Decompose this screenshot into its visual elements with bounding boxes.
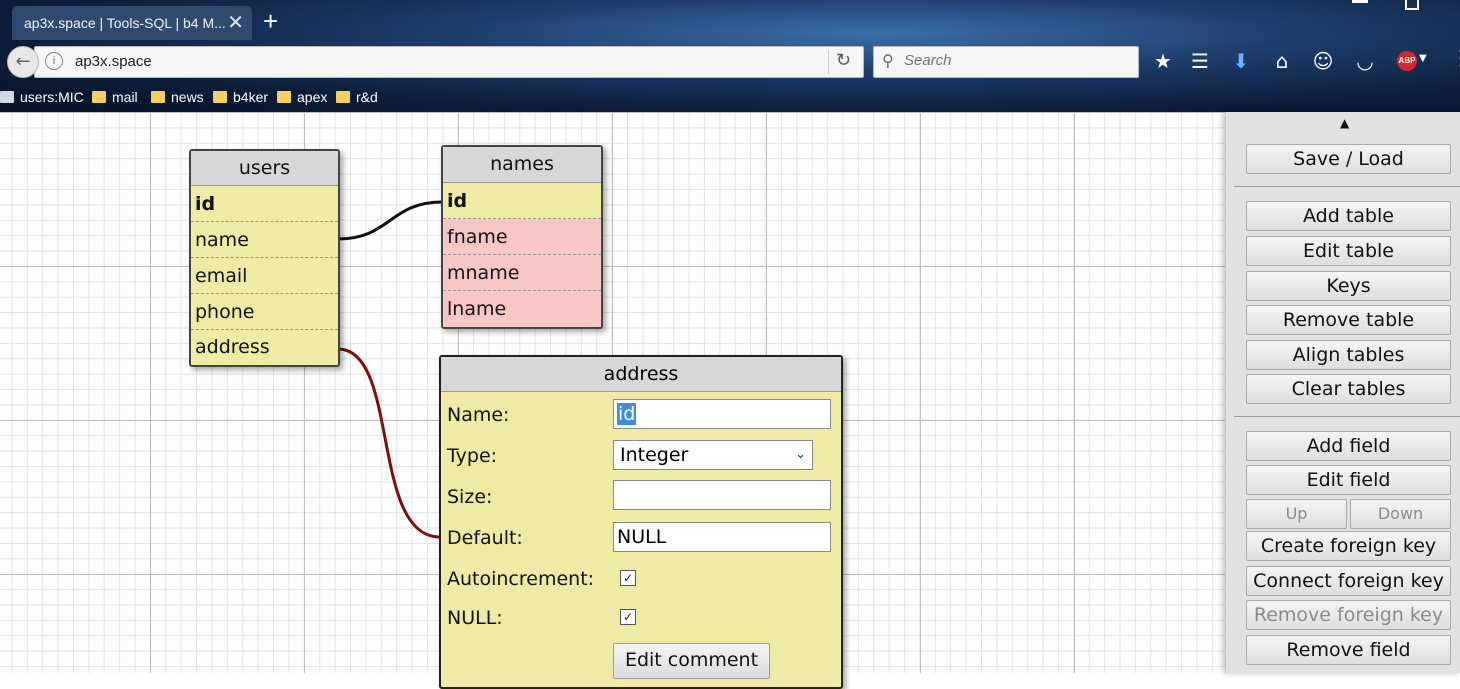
default-label: Default: xyxy=(447,527,523,549)
bookmark-news[interactable]: news xyxy=(151,89,204,105)
info-icon[interactable]: i xyxy=(45,52,63,70)
name-label: Name: xyxy=(447,404,510,426)
name-value: id xyxy=(617,403,637,425)
editor-header[interactable]: address xyxy=(441,357,841,392)
edit-comment-button[interactable]: Edit comment xyxy=(613,643,770,679)
clear-tables-button[interactable]: Clear tables xyxy=(1246,374,1451,404)
reading-list-icon[interactable]: ☰ xyxy=(1187,48,1213,74)
save-load-button[interactable]: Save / Load xyxy=(1246,144,1451,174)
menu-icon[interactable]: ⋮ xyxy=(1450,46,1460,71)
smiley-icon[interactable]: ☺ xyxy=(1310,48,1336,74)
field-row[interactable]: lname xyxy=(443,291,601,327)
chevron-down-icon[interactable]: ▼ xyxy=(1419,53,1427,64)
bookmark-users-mic[interactable]: users:MIC xyxy=(0,89,84,105)
new-tab-icon[interactable]: + xyxy=(263,6,278,37)
tab-close-icon[interactable]: ✕ xyxy=(227,10,244,35)
download-icon[interactable]: ⬇ xyxy=(1228,48,1254,74)
reload-icon[interactable]: ↻ xyxy=(836,50,851,71)
bookmark-r-and-d[interactable]: r&d xyxy=(336,89,378,105)
field-row[interactable]: email xyxy=(191,258,338,294)
up-button[interactable]: Up xyxy=(1246,499,1347,529)
field-row[interactable]: address xyxy=(191,330,338,365)
type-value: Integer xyxy=(620,444,689,466)
browser-tab[interactable]: ap3x.space | Tools-SQL | b4 M... ✕ xyxy=(12,6,252,40)
type-select[interactable]: Integer ⌄ xyxy=(613,440,813,470)
search-icon: ⚲ xyxy=(882,53,894,70)
create-foreign-key-button[interactable]: Create foreign key xyxy=(1246,531,1451,561)
folder-icon xyxy=(151,91,165,103)
bookmark-label: users:MIC xyxy=(20,89,84,105)
field-row[interactable]: id xyxy=(443,183,601,219)
folder-icon xyxy=(336,91,350,103)
null-checkbox[interactable]: ✓ xyxy=(620,609,636,625)
name-field[interactable]: id xyxy=(613,399,831,429)
size-label: Size: xyxy=(447,486,493,508)
table-header[interactable]: names xyxy=(443,147,601,183)
bookmark-label: apex xyxy=(297,89,328,105)
folder-icon xyxy=(92,91,106,103)
field-row[interactable]: id xyxy=(191,186,338,222)
minimize-icon[interactable] xyxy=(1352,0,1368,3)
back-button[interactable]: ← xyxy=(7,46,39,78)
edit-table-button[interactable]: Edit table xyxy=(1246,236,1451,266)
panel-divider xyxy=(1234,416,1460,417)
folder-icon xyxy=(277,91,291,103)
adblock-icon[interactable]: ABP xyxy=(1397,51,1417,71)
autoincrement-checkbox[interactable]: ✓ xyxy=(620,570,636,586)
add-field-button[interactable]: Add field xyxy=(1246,431,1451,461)
remove-field-button[interactable]: Remove field xyxy=(1246,635,1451,665)
url-text: ap3x.space xyxy=(75,53,152,70)
tab-title: ap3x.space | Tools-SQL | b4 M... xyxy=(24,15,226,31)
control-panel: ▲ Save / Load Add table Edit table Keys … xyxy=(1225,112,1460,673)
maximize-icon[interactable] xyxy=(1405,0,1419,10)
bookmark-label: b4ker xyxy=(233,89,269,105)
remove-foreign-key-button[interactable]: Remove foreign key xyxy=(1246,600,1451,630)
default-field[interactable]: NULL xyxy=(613,522,831,552)
bookmark-label: mail xyxy=(112,89,138,105)
null-label: NULL: xyxy=(447,607,503,629)
type-label: Type: xyxy=(447,445,498,467)
bookmark-icon xyxy=(0,91,14,103)
keys-button[interactable]: Keys xyxy=(1246,271,1451,301)
relation-users-name-names-id xyxy=(337,200,443,241)
autoincrement-label: Autoincrement: xyxy=(447,568,595,590)
search-input[interactable] xyxy=(902,51,1126,70)
bookmark-apex[interactable]: apex xyxy=(277,89,327,105)
table-users[interactable]: users id name email phone address xyxy=(189,149,340,367)
adblock-label: ABP xyxy=(1398,56,1416,65)
panel-divider xyxy=(1234,186,1460,187)
collapse-arrow-icon[interactable]: ▲ xyxy=(1340,116,1349,130)
table-header[interactable]: users xyxy=(191,151,338,186)
align-tables-button[interactable]: Align tables xyxy=(1246,340,1451,370)
back-arrow-icon: ← xyxy=(15,51,31,72)
bookmark-b4ker[interactable]: b4ker xyxy=(213,89,268,105)
field-row[interactable]: mname xyxy=(443,255,601,291)
field-row[interactable]: name xyxy=(191,222,338,258)
down-button[interactable]: Down xyxy=(1350,499,1451,529)
table-names[interactable]: names id fname mname lname xyxy=(441,145,603,329)
star-icon[interactable]: ★ xyxy=(1150,48,1176,74)
edit-field-button[interactable]: Edit field xyxy=(1246,465,1451,495)
urlbar-divider xyxy=(828,50,829,74)
bookmark-label: r&d xyxy=(356,89,378,105)
field-editor: address Name: id Type: Integer ⌄ Size: D… xyxy=(439,355,843,689)
search-bar[interactable]: ⚲ xyxy=(873,46,1139,78)
relation-users-address-editor xyxy=(337,347,441,539)
address-bar[interactable]: i ap3x.space ↻ xyxy=(34,46,864,78)
add-table-button[interactable]: Add table xyxy=(1246,201,1451,231)
folder-icon xyxy=(213,91,227,103)
chevron-down-icon: ⌄ xyxy=(795,447,806,462)
bookmark-label: news xyxy=(171,89,204,105)
home-icon[interactable]: ⌂ xyxy=(1269,48,1295,74)
field-row[interactable]: phone xyxy=(191,294,338,330)
field-row[interactable]: fname xyxy=(443,219,601,255)
size-field[interactable] xyxy=(613,480,831,510)
connect-foreign-key-button[interactable]: Connect foreign key xyxy=(1246,566,1451,596)
bookmark-mail[interactable]: mail xyxy=(92,89,138,105)
remove-table-button[interactable]: Remove table xyxy=(1246,305,1451,335)
pocket-icon[interactable]: ◡ xyxy=(1352,48,1378,74)
browser-chrome: ap3x.space | Tools-SQL | b4 M... ✕ + i a… xyxy=(0,0,1460,112)
